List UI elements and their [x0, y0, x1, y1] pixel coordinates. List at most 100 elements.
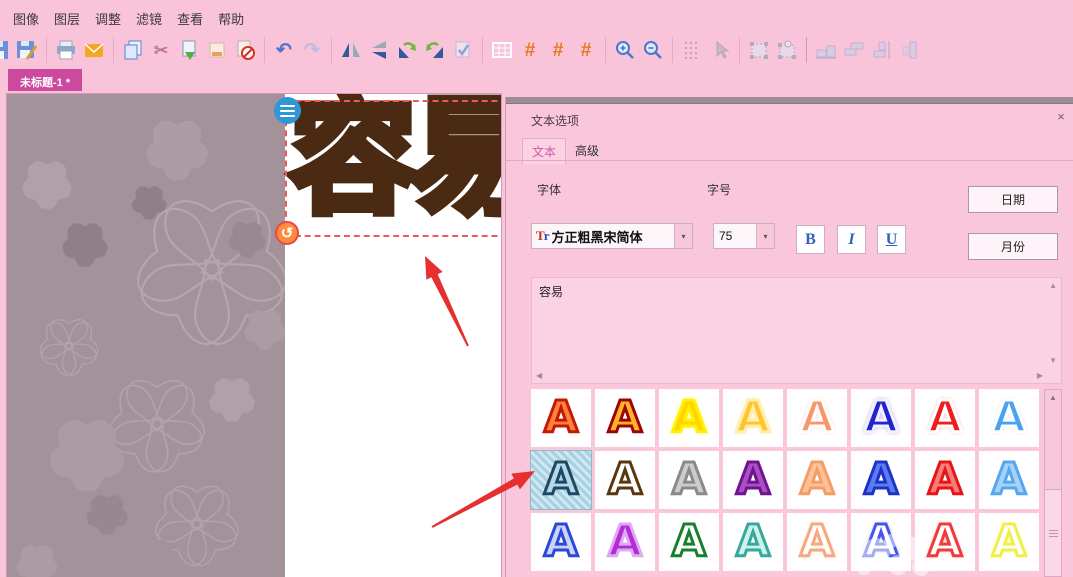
letter-style-r3c2[interactable]: A	[595, 513, 655, 571]
grid-table-icon[interactable]	[489, 37, 515, 63]
print-icon[interactable]	[53, 37, 79, 63]
month-button[interactable]: 月份	[968, 233, 1058, 260]
letter-style-r1c6[interactable]: A	[851, 389, 911, 447]
menu-item-view[interactable]: 查看	[177, 9, 203, 28]
scroll-up-icon[interactable]: ▲	[1045, 390, 1061, 405]
letter-style-r3c3[interactable]: A	[659, 513, 719, 571]
letter-style-r2c3[interactable]: A	[659, 451, 719, 509]
text-selection-box[interactable]	[285, 100, 501, 237]
letter-style-r2c4[interactable]: A	[723, 451, 783, 509]
zoom-out-icon[interactable]	[640, 37, 666, 63]
grid-snap-3-icon[interactable]: #	[573, 37, 599, 63]
text-menu-handle-icon[interactable]	[274, 97, 301, 124]
menu-item-help[interactable]: 帮助	[218, 9, 244, 28]
scrollbar-thumb[interactable]	[1045, 489, 1061, 576]
letter-style-r3c4[interactable]: A	[723, 513, 783, 571]
letter-style-r1c1[interactable]: A	[531, 389, 591, 447]
letter-style-r1c8[interactable]: A	[979, 389, 1039, 447]
toolbar-separator	[46, 37, 47, 63]
transform-bounds-icon[interactable]	[774, 37, 800, 63]
chevron-down-icon[interactable]: ▾	[674, 224, 692, 248]
letter-style-r2c1[interactable]: A	[530, 450, 592, 510]
chevron-down-icon[interactable]: ▾	[756, 224, 774, 248]
paste-icon[interactable]	[176, 37, 202, 63]
redo-icon[interactable]: ↷	[299, 37, 325, 63]
toolbar-separator	[806, 37, 807, 63]
scroll-up-icon[interactable]: ▲	[1049, 282, 1057, 290]
letter-style-r1c4[interactable]: A	[723, 389, 783, 447]
canvas[interactable]: 容易 ↺	[6, 93, 502, 577]
align-bottom-icon[interactable]	[813, 37, 839, 63]
panel-title: 文本选项	[531, 114, 580, 128]
rotate-right-icon[interactable]	[422, 37, 448, 63]
menu-item-adjust[interactable]: 调整	[95, 9, 121, 28]
letter-style-r2c7[interactable]: A	[915, 451, 975, 509]
scroll-down-icon[interactable]: ▼	[1049, 357, 1057, 365]
apply-check-icon[interactable]	[450, 37, 476, 63]
font-family-select[interactable]: Tr 方正粗黑宋简体 ▾	[531, 223, 693, 249]
flip-vertical-icon[interactable]	[366, 37, 392, 63]
letter-style-r3c8[interactable]: A	[979, 513, 1039, 571]
letter-style-r3c5[interactable]: A	[787, 513, 847, 571]
style-letter: A	[926, 454, 963, 505]
align-middle-icon[interactable]	[841, 37, 867, 63]
letter-style-r2c8[interactable]: A	[979, 451, 1039, 509]
letter-style-r1c5[interactable]: A	[787, 389, 847, 447]
scroll-right-icon[interactable]: ▶	[1037, 372, 1043, 380]
pattern-dots-icon[interactable]	[679, 37, 705, 63]
toolbar: ✂ ↶ ↷ # # #	[0, 31, 1073, 69]
style-letter: A	[542, 454, 579, 505]
font-size-select[interactable]: 75 ▾	[713, 223, 775, 249]
letter-style-r1c2[interactable]: A	[595, 389, 655, 447]
menu-item-image[interactable]: 图像	[13, 9, 39, 28]
document-tab[interactable]: 未标题-1 *	[8, 69, 83, 91]
letter-style-r3c7[interactable]: A	[915, 513, 975, 571]
date-button[interactable]: 日期	[968, 186, 1058, 213]
pointer-icon[interactable]	[707, 37, 733, 63]
style-letter: A	[542, 516, 579, 567]
copy-icon[interactable]	[120, 37, 146, 63]
align-left-icon[interactable]	[897, 37, 923, 63]
menu-bar: 图像 图层 调整 滤镜 查看 帮助	[0, 0, 1073, 31]
email-icon[interactable]	[81, 37, 107, 63]
letter-style-r1c7[interactable]: A	[915, 389, 975, 447]
align-right-icon[interactable]	[869, 37, 895, 63]
zoom-in-icon[interactable]	[612, 37, 638, 63]
letter-style-r2c2[interactable]: A	[595, 451, 655, 509]
style-letter: A	[798, 516, 835, 567]
italic-button[interactable]: I	[837, 225, 866, 254]
flip-horizontal-icon[interactable]	[338, 37, 364, 63]
document-tab-bar: 未标题-1 *	[0, 69, 1073, 91]
menu-item-filter[interactable]: 滤镜	[136, 9, 162, 28]
grid-snap-1-icon[interactable]: #	[517, 37, 543, 63]
style-letter: A	[670, 392, 707, 443]
image-frame-icon[interactable]	[204, 37, 230, 63]
letter-style-r2c5[interactable]: A	[787, 451, 847, 509]
underline-button[interactable]: U	[877, 225, 906, 254]
undo-icon[interactable]: ↶	[271, 37, 297, 63]
letter-style-r3c1[interactable]: A	[531, 513, 591, 571]
size-label: 字号	[707, 183, 732, 197]
rotate-handle-icon[interactable]: ↺	[275, 221, 299, 245]
scroll-left-icon[interactable]: ◀	[536, 372, 542, 380]
text-content-area[interactable]: 容易 ▲ ▼ ◀ ▶	[531, 277, 1062, 384]
style-letter: A	[862, 392, 899, 443]
letter-style-r1c3[interactable]: A	[659, 389, 719, 447]
style-letter: A	[926, 516, 963, 567]
font-label: 字体	[537, 183, 562, 197]
grid-snap-2-icon[interactable]: #	[545, 37, 571, 63]
rotate-left-icon[interactable]	[394, 37, 420, 63]
selection-bounds-icon[interactable]	[746, 37, 772, 63]
letter-style-r2c6[interactable]: A	[851, 451, 911, 509]
delete-icon[interactable]	[232, 37, 258, 63]
letter-style-r3c6[interactable]: A	[851, 513, 911, 571]
truetype-icon: Tr	[536, 228, 550, 243]
style-grid-scrollbar[interactable]: ▲	[1044, 389, 1062, 577]
panel-top-strip	[506, 97, 1073, 104]
cut-icon[interactable]: ✂	[148, 37, 174, 63]
bold-button[interactable]: B	[796, 225, 825, 254]
save-icon[interactable]	[0, 37, 12, 63]
menu-item-layer[interactable]: 图层	[54, 9, 80, 28]
save-as-icon[interactable]	[14, 37, 40, 63]
close-icon[interactable]: ×	[1054, 109, 1068, 124]
